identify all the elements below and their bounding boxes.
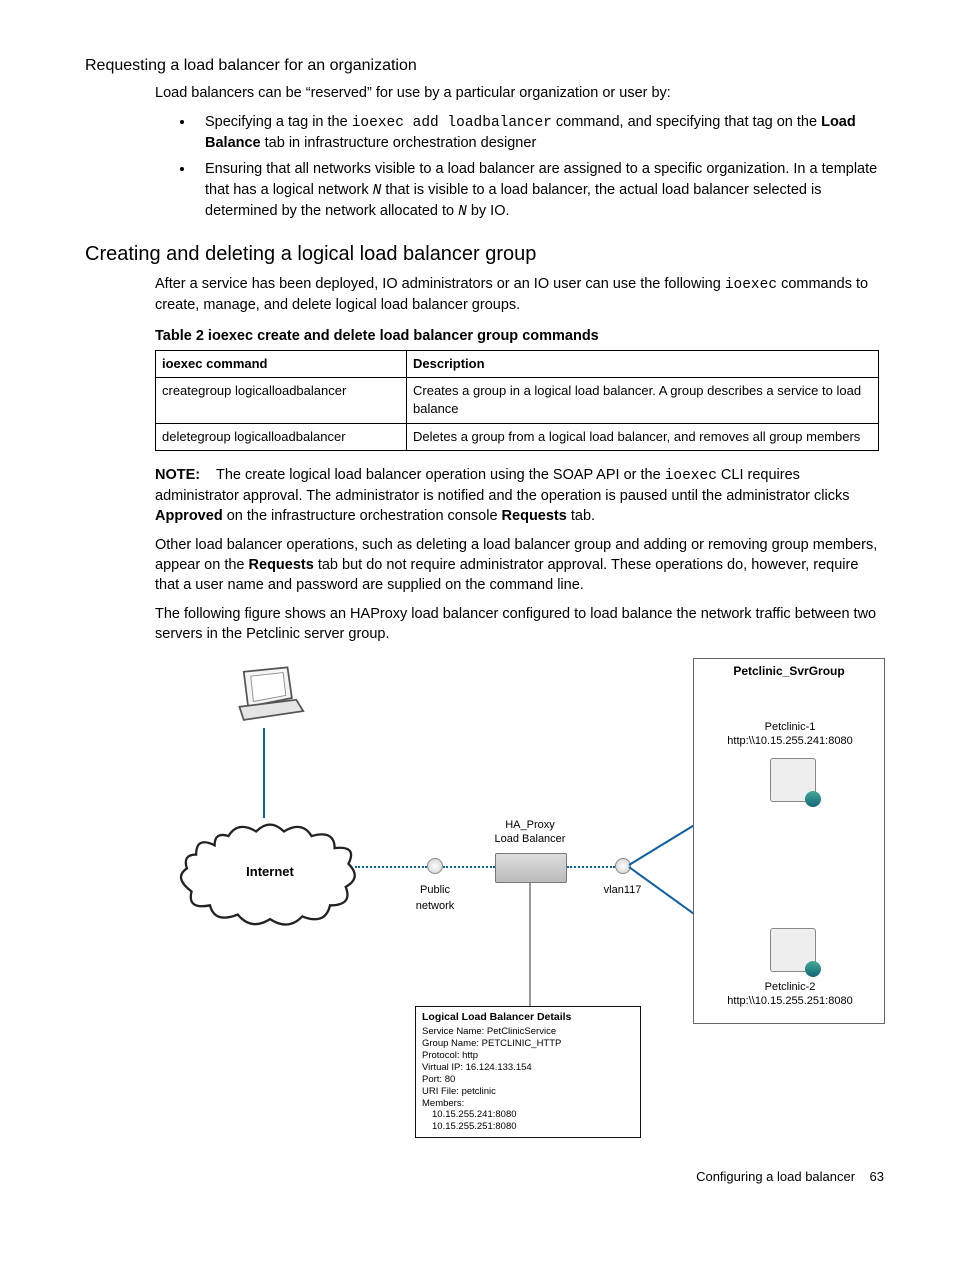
- public-network-label: Public network: [405, 883, 465, 914]
- code-ioexec-add: ioexec add loadbalancer: [352, 115, 552, 131]
- server-group-title: Petclinic_SvrGroup: [733, 664, 844, 678]
- text: The create logical load balancer operati…: [212, 467, 664, 483]
- th-command: ioexec command: [156, 351, 407, 378]
- bullet-item-1: Specifying a tag in the ioexec add loadb…: [195, 112, 884, 154]
- network-diagram: Internet Public network HA_Proxy Load Ba…: [195, 658, 895, 1138]
- conn-dotted: [443, 866, 495, 868]
- details-line: Members:: [422, 1098, 634, 1110]
- network-node-icon: [427, 858, 443, 874]
- cell-cmd: creategroup logicalloadbalancer: [156, 378, 407, 423]
- text: by IO.: [467, 203, 510, 219]
- details-member: 10.15.255.241:8080: [422, 1109, 634, 1121]
- laptop-icon: [225, 663, 315, 733]
- italic-n: N: [458, 204, 467, 220]
- page-number: 63: [870, 1169, 884, 1184]
- bold-requests: Requests: [502, 508, 567, 524]
- other-ops-paragraph: Other load balancer operations, such as …: [155, 535, 884, 596]
- table-header-row: ioexec command Description: [156, 351, 879, 378]
- figure-paragraph: The following figure shows an HAProxy lo…: [155, 604, 884, 645]
- server-icon: [770, 928, 820, 983]
- details-line: URI File: petclinic: [422, 1086, 634, 1098]
- details-line: Virtual IP: 16.124.133.154: [422, 1062, 634, 1074]
- network-node-icon: [615, 858, 631, 874]
- text: on the infrastructure orchestration cons…: [223, 508, 502, 524]
- bullet-item-2: Ensuring that all networks visible to a …: [195, 159, 884, 222]
- internet-cloud-icon: Internet: [175, 813, 365, 933]
- conn-dotted: [567, 866, 615, 868]
- heading-requesting: Requesting a load balancer for an organi…: [85, 55, 884, 77]
- table-caption: Table 2 ioexec create and delete load ba…: [155, 326, 884, 346]
- text: tab in infrastructure orchestration desi…: [261, 135, 537, 151]
- server1-url: http:\\10.15.255.241:8080: [705, 734, 875, 749]
- code-ioexec: ioexec: [725, 277, 777, 293]
- note-paragraph: NOTE: The create logical load balancer o…: [155, 465, 884, 527]
- cell-cmd: deletegroup logicalloadbalancer: [156, 423, 407, 450]
- details-line: Service Name: PetClinicService: [422, 1026, 634, 1038]
- lb-details-box: Logical Load Balancer Details Service Na…: [415, 1006, 641, 1138]
- cell-desc: Deletes a group from a logical load bala…: [407, 423, 879, 450]
- after-paragraph: After a service has been deployed, IO ad…: [155, 274, 884, 316]
- code-ioexec: ioexec: [665, 468, 717, 484]
- bold-requests: Requests: [249, 557, 314, 573]
- heading-creating: Creating and deleting a logical load bal…: [85, 240, 884, 268]
- text: command, and specifying that tag on the: [552, 114, 821, 130]
- bullet-list: Specifying a tag in the ioexec add loadb…: [85, 112, 884, 222]
- text: After a service has been deployed, IO ad…: [155, 276, 725, 292]
- table-row: deletegroup logicalloadbalancer Deletes …: [156, 423, 879, 450]
- table-row: creategroup logicalloadbalancer Creates …: [156, 378, 879, 423]
- details-title: Logical Load Balancer Details: [422, 1011, 634, 1024]
- conn-line: [263, 728, 265, 818]
- th-description: Description: [407, 351, 879, 378]
- details-line: Group Name: PETCLINIC_HTTP: [422, 1038, 634, 1050]
- text: Specifying a tag in the: [205, 114, 352, 130]
- commands-table: ioexec command Description creategroup l…: [155, 350, 879, 451]
- details-line: Protocol: http: [422, 1050, 634, 1062]
- vlan-label: vlan117: [595, 883, 650, 898]
- text: tab.: [567, 508, 595, 524]
- page-footer: Configuring a load balancer 63: [85, 1168, 884, 1186]
- internet-label: Internet: [175, 863, 365, 881]
- proxy-label-2: Load Balancer: [480, 832, 580, 847]
- load-balancer-icon: [495, 853, 567, 883]
- details-member: 10.15.255.251:8080: [422, 1121, 634, 1133]
- footer-text: Configuring a load balancer: [696, 1169, 855, 1184]
- server-icon: [770, 758, 820, 813]
- conn-dotted: [355, 866, 427, 868]
- server2-url: http:\\10.15.255.251:8080: [705, 994, 875, 1009]
- cell-desc: Creates a group in a logical load balanc…: [407, 378, 879, 423]
- details-line: Port: 80: [422, 1074, 634, 1086]
- intro-paragraph: Load balancers can be “reserved” for use…: [155, 83, 884, 103]
- note-label: NOTE:: [155, 467, 200, 483]
- bold-approved: Approved: [155, 508, 223, 524]
